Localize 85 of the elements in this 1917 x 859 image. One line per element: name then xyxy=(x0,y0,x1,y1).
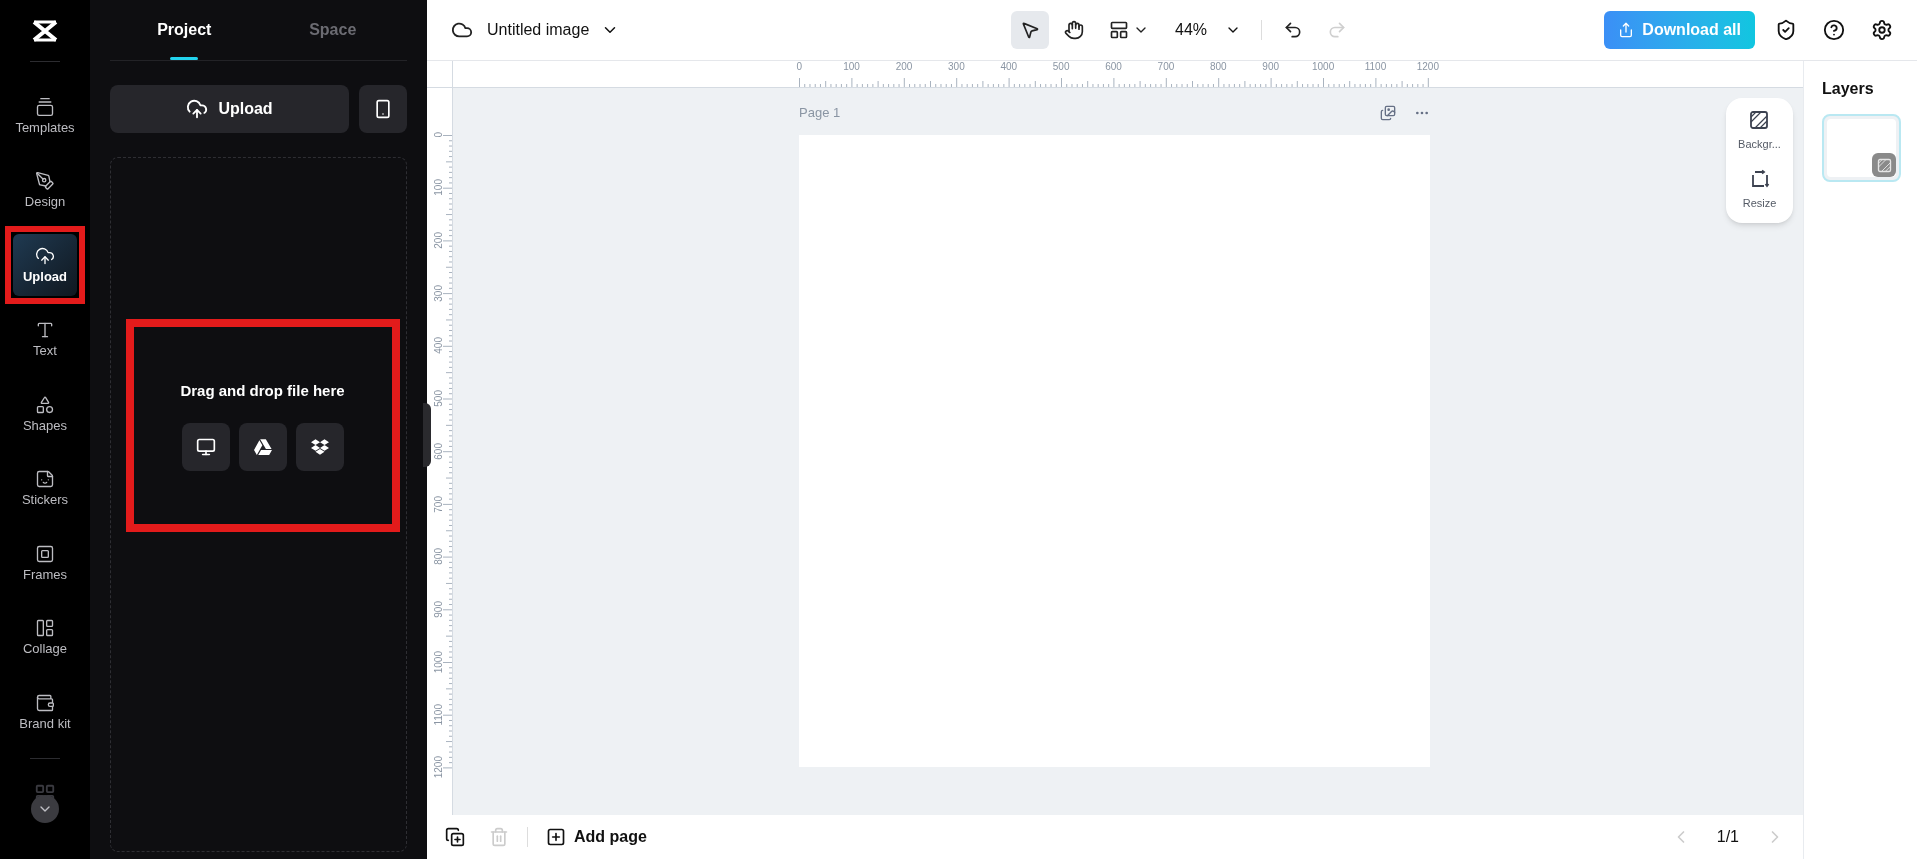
cloud-storage-button[interactable] xyxy=(295,422,344,471)
ruler-label: 1200 xyxy=(433,756,445,779)
help-icon[interactable] xyxy=(1823,19,1845,41)
expand-button[interactable] xyxy=(31,794,59,823)
cloud-upload-icon xyxy=(186,98,209,120)
ruler-label: 800 xyxy=(433,548,445,565)
ruler-label: 800 xyxy=(1208,61,1228,73)
nav-item[interactable]: Shapes xyxy=(13,383,77,446)
ruler-label: 0 xyxy=(433,132,445,138)
ruler-label: 400 xyxy=(999,61,1019,73)
drop-zone[interactable]: Drag and drop file here xyxy=(110,157,407,852)
logo-icon[interactable] xyxy=(30,18,60,44)
nav-item[interactable]: Collage xyxy=(13,606,77,669)
shapes-icon xyxy=(35,394,55,415)
pointer-icon xyxy=(1020,20,1040,40)
export-icon xyxy=(1618,22,1635,38)
side-tool-button[interactable]: Backgr... xyxy=(1738,110,1781,153)
ruler-label: 300 xyxy=(947,61,966,73)
panels-icon xyxy=(35,96,55,117)
computer-button[interactable] xyxy=(181,422,230,471)
ruler-label: 700 xyxy=(1156,61,1176,73)
triangle-logo-icon xyxy=(253,437,272,456)
phone-icon xyxy=(373,99,393,119)
canvas-tool[interactable] xyxy=(1011,11,1049,49)
open-box-logo-icon xyxy=(310,437,329,456)
frame-icon xyxy=(35,543,55,564)
tab-indicator xyxy=(170,57,199,60)
ruler-label: 0 xyxy=(795,61,803,73)
nav-item[interactable]: Frames xyxy=(13,532,77,595)
zoom-dropdown[interactable]: 44% xyxy=(1175,11,1242,49)
ruler-label: 1100 xyxy=(1363,61,1388,73)
ruler-label: 900 xyxy=(1261,61,1281,73)
nav-item[interactable]: Brand kit xyxy=(13,681,77,744)
ruler-label: 900 xyxy=(433,600,445,618)
layout-icon xyxy=(35,618,55,639)
ruler-label: 300 xyxy=(433,284,445,302)
sticker-icon xyxy=(35,469,55,490)
trash-icon xyxy=(489,827,509,847)
wallet-icon xyxy=(35,692,55,713)
ruler-label: 600 xyxy=(433,442,445,460)
ruler-label: 1000 xyxy=(433,650,445,674)
cloud-upload-icon xyxy=(35,245,55,266)
ruler-label: 200 xyxy=(894,61,914,73)
nav-item[interactable]: Templates xyxy=(13,85,77,148)
pages-icon[interactable] xyxy=(1380,105,1396,121)
nav-item[interactable]: Text xyxy=(13,308,77,371)
layer-thumbnail[interactable] xyxy=(1822,114,1901,182)
side-tool-button[interactable]: Resize xyxy=(1742,168,1777,211)
hand-icon xyxy=(1064,20,1084,40)
drive-button[interactable] xyxy=(238,422,287,471)
ruler-label: 100 xyxy=(433,179,445,197)
ruler-label: 600 xyxy=(1104,61,1123,73)
nav-item[interactable]: Upload xyxy=(13,234,77,297)
settings-icon[interactable] xyxy=(1871,19,1893,41)
panel-tab[interactable]: Project xyxy=(110,0,259,60)
layout-icon xyxy=(1109,20,1129,40)
ruler-label: 1200 xyxy=(1415,61,1440,73)
duplicate-icon[interactable] xyxy=(445,827,465,847)
ruler-label: 400 xyxy=(433,337,445,355)
ruler-label: 200 xyxy=(433,232,445,249)
title-dropdown[interactable]: Untitled image xyxy=(487,18,620,42)
ruler-label: 1100 xyxy=(433,703,445,726)
shield-icon[interactable] xyxy=(1775,19,1797,41)
add-icon xyxy=(546,827,566,847)
phone-button[interactable] xyxy=(359,85,407,133)
striped-square-icon xyxy=(1749,110,1770,130)
redo-icon xyxy=(1327,20,1348,40)
ruler-label: 500 xyxy=(433,390,445,407)
layers-title: Layers xyxy=(1822,79,1875,99)
ruler-label: 500 xyxy=(1051,61,1071,73)
nav-item[interactable]: Stickers xyxy=(13,457,77,520)
ruler-label: 100 xyxy=(842,61,861,73)
pen-icon xyxy=(35,171,55,192)
ruler-label: 700 xyxy=(433,495,445,513)
page-label: Page 1 xyxy=(799,104,841,123)
panel-collapse-handle[interactable] xyxy=(423,403,431,467)
ruler-label: 1000 xyxy=(1310,61,1336,73)
drop-hint: Drag and drop file here xyxy=(180,381,345,402)
page-counter: 1/1 xyxy=(1716,827,1739,847)
nav-item[interactable]: Design xyxy=(13,159,77,222)
upload-button[interactable]: Upload xyxy=(110,85,349,133)
monitor-icon xyxy=(195,436,216,457)
panel-tab[interactable]: Space xyxy=(258,0,407,60)
add-page-button[interactable]: Add page xyxy=(546,825,647,849)
resize-icon xyxy=(1749,168,1770,189)
